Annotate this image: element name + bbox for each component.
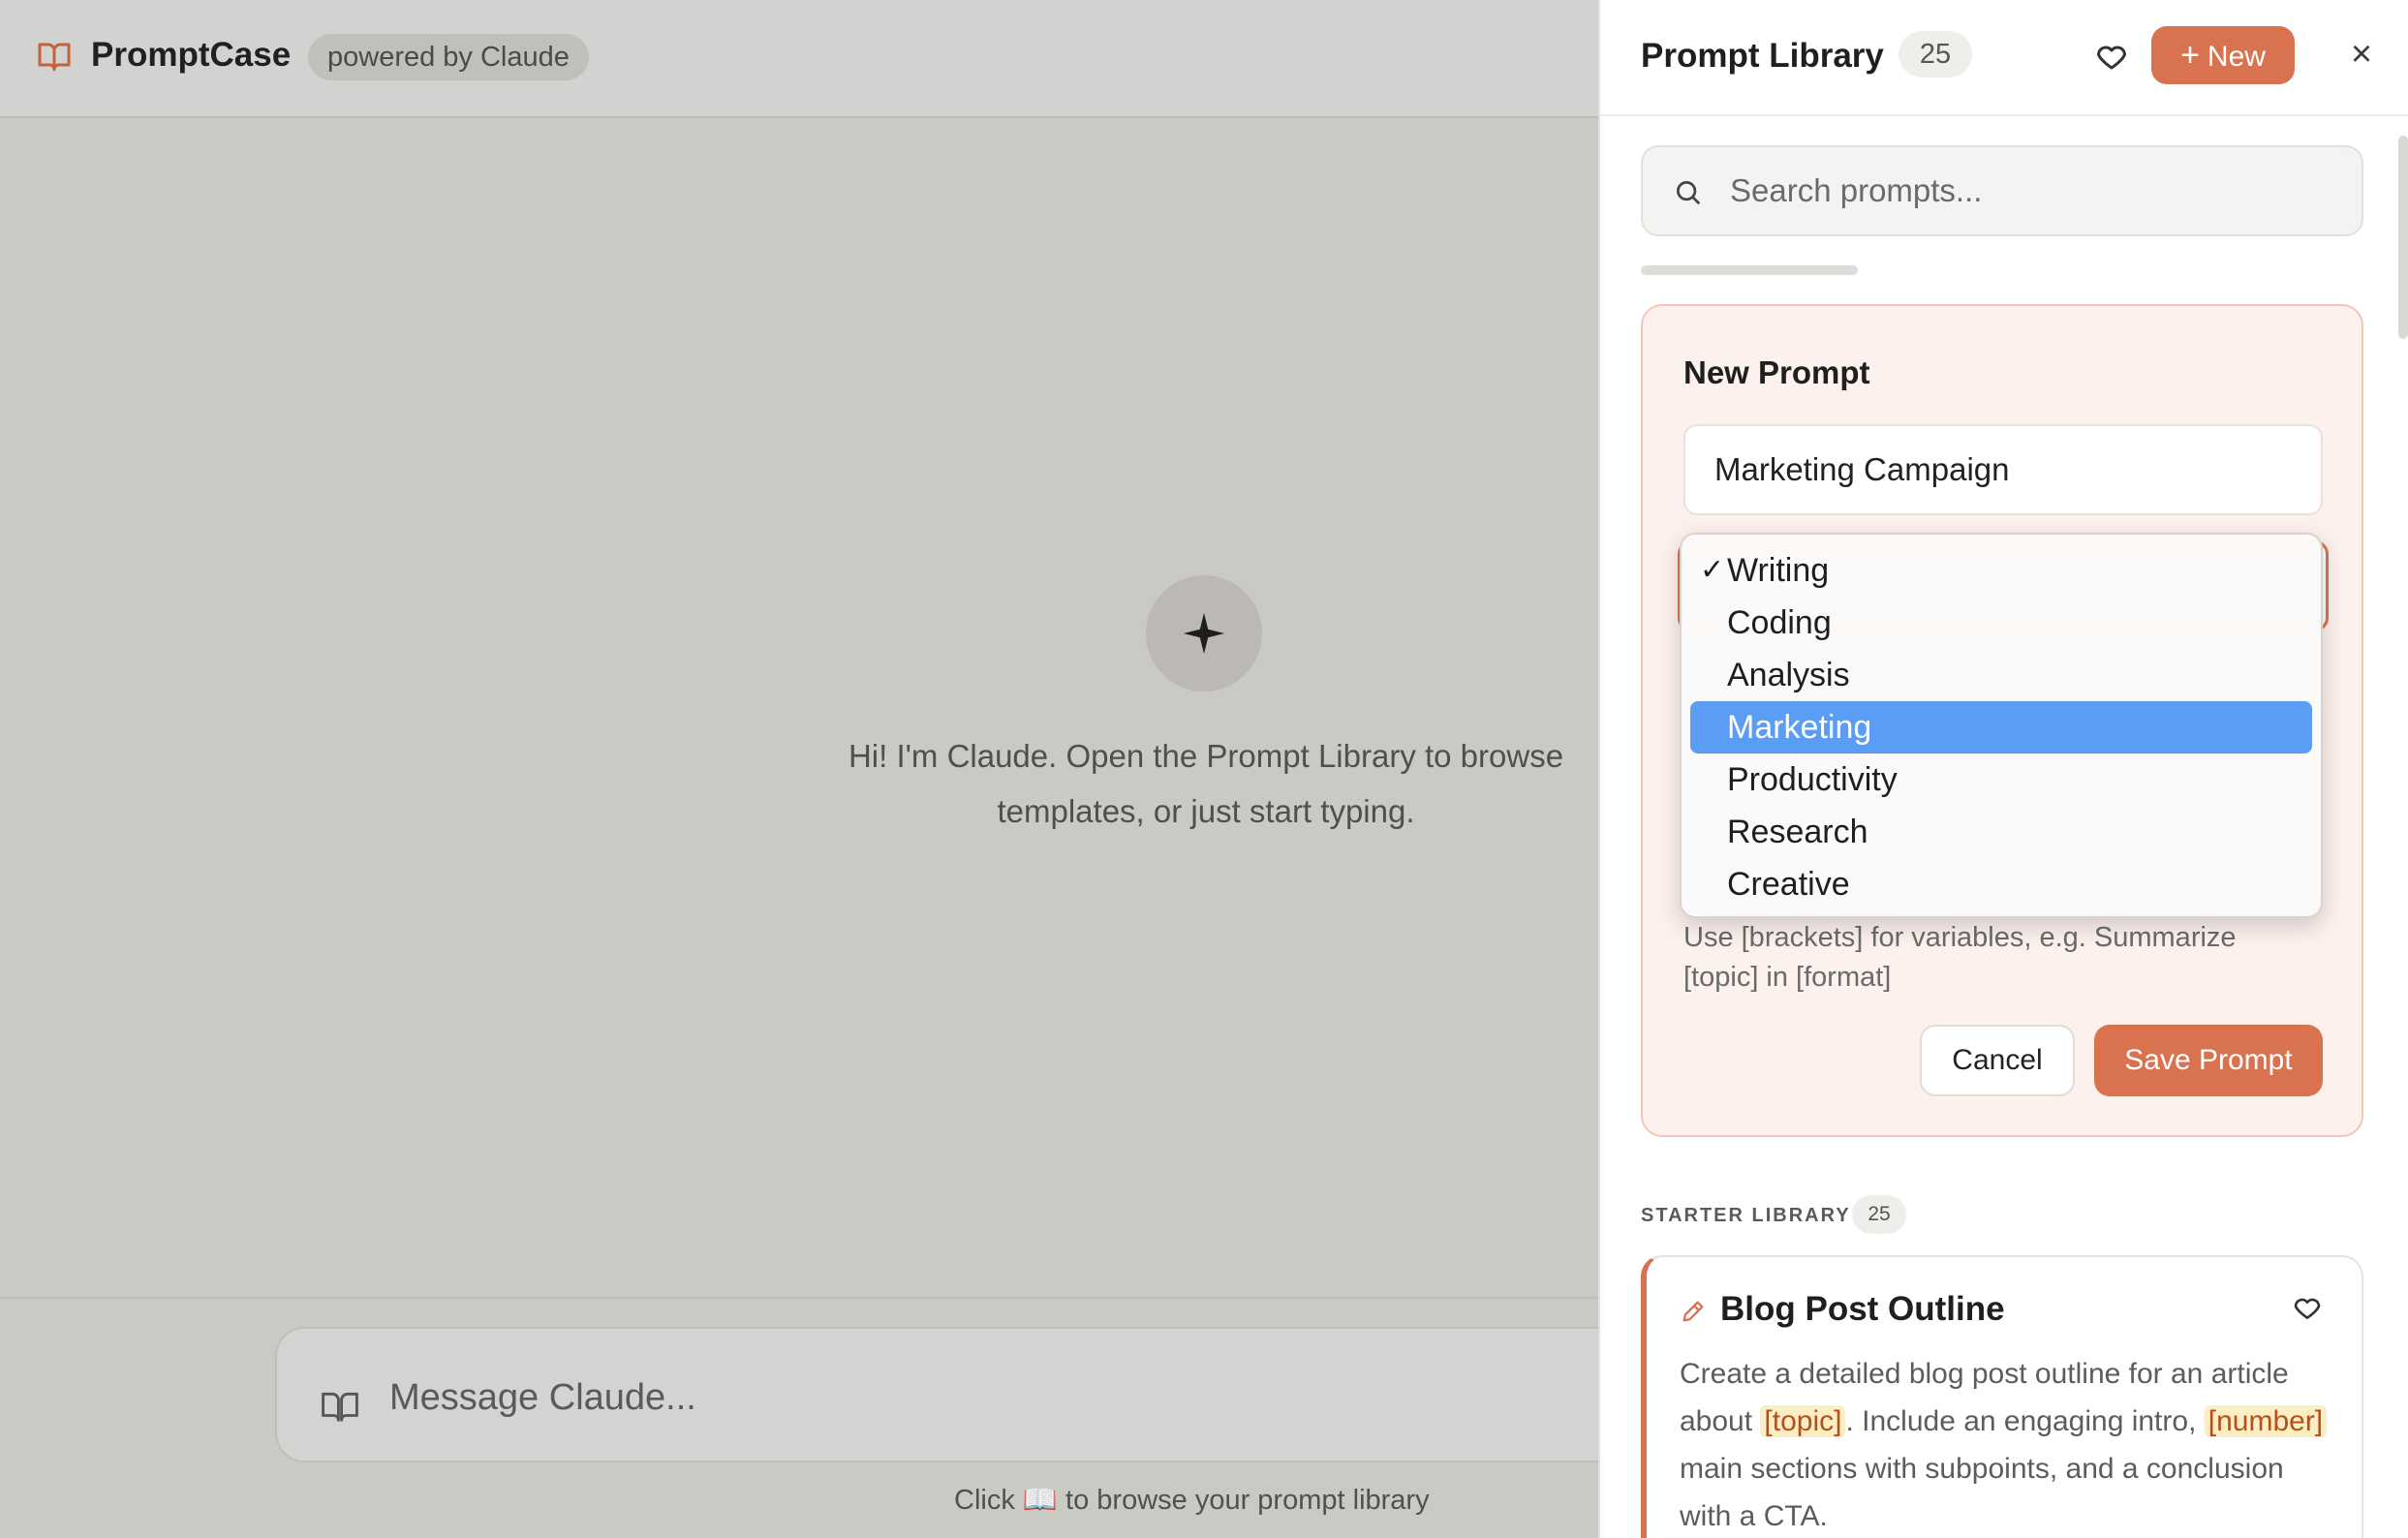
option-label: Writing xyxy=(1727,552,1830,589)
option-label: Productivity xyxy=(1727,761,1898,798)
top-bar: PromptCase powered by Claude xyxy=(0,0,1598,118)
card-title: Blog Post Outline xyxy=(1720,1290,2005,1328)
variable-tag: [topic] xyxy=(1760,1405,1846,1437)
favorites-heart-icon[interactable] xyxy=(2094,39,2129,74)
prompt-library-icon[interactable] xyxy=(322,1391,358,1422)
sparkle-icon xyxy=(1183,612,1225,655)
pencil-icon xyxy=(1683,1301,1704,1322)
prompt-count-badge: 25 xyxy=(1899,31,1972,77)
variable-tag: [number] xyxy=(2204,1405,2328,1437)
welcome-message: Hi! I'm Claude. Open the Prompt Library … xyxy=(848,738,1564,829)
category-dropdown-menu[interactable]: ✓ Writing Coding Analysis Marketing Produ… xyxy=(1680,533,2323,918)
section-count-badge: 25 xyxy=(1852,1195,1906,1234)
card-description: Create a detailed blog post outline for … xyxy=(1680,1350,2338,1538)
plus-icon: + xyxy=(2180,37,2200,74)
option-label: Analysis xyxy=(1727,657,1850,693)
save-prompt-button[interactable]: Save Prompt xyxy=(2094,1025,2323,1096)
claude-avatar xyxy=(1146,575,1262,692)
prompt-name-input[interactable] xyxy=(1683,424,2323,515)
category-option-marketing[interactable]: Marketing xyxy=(1690,701,2312,754)
book-icon xyxy=(38,43,71,71)
option-label: Creative xyxy=(1727,866,1850,903)
new-prompt-button[interactable]: + New xyxy=(2151,26,2295,84)
category-option-productivity[interactable]: Productivity xyxy=(1690,754,2312,806)
search-input[interactable] xyxy=(1730,147,2350,234)
search-box[interactable] xyxy=(1641,145,2363,236)
powered-by-badge: powered by Claude xyxy=(308,34,589,80)
cancel-button[interactable]: Cancel xyxy=(1920,1025,2075,1096)
panel-scrollbar[interactable] xyxy=(2398,136,2408,339)
category-option-writing[interactable]: ✓ Writing xyxy=(1690,544,2312,597)
panel-header: Prompt Library 25 + New × xyxy=(1600,0,2408,116)
close-icon[interactable]: × xyxy=(2344,36,2379,73)
desc-text: . Include an engaging intro, xyxy=(1845,1405,2205,1437)
divider xyxy=(0,1297,1598,1299)
brand-name: PromptCase xyxy=(91,36,292,74)
new-button-label: New xyxy=(2207,41,2266,73)
desc-text: main sections with subpoints, and a conc… xyxy=(1680,1453,2284,1532)
search-icon xyxy=(1677,181,1701,205)
scroll-progress-bar xyxy=(1641,265,1858,275)
variables-help-text: Use [brackets] for variables, e.g. Summa… xyxy=(1683,922,2237,993)
form-title: New Prompt xyxy=(1683,354,1870,390)
prompt-card[interactable]: Blog Post Outline Create a detailed blog… xyxy=(1641,1255,2363,1538)
hint-text: Click 📖 to browse your prompt library xyxy=(954,1485,1430,1516)
message-input-box[interactable]: Message Claude... xyxy=(275,1327,1631,1462)
favorite-heart-icon[interactable] xyxy=(2292,1292,2323,1323)
category-option-coding[interactable]: Coding xyxy=(1690,597,2312,649)
category-option-analysis[interactable]: Analysis xyxy=(1690,649,2312,701)
option-label: Coding xyxy=(1727,604,1832,641)
panel-title: Prompt Library xyxy=(1641,37,1884,75)
checkmark-icon: ✓ xyxy=(1700,554,1725,586)
category-option-research[interactable]: Research xyxy=(1690,806,2312,858)
option-label: Research xyxy=(1727,814,1868,850)
main-app: PromptCase powered by Claude Hi! I'm Cla… xyxy=(0,0,1631,1538)
option-label: Marketing xyxy=(1727,709,1872,746)
message-input[interactable]: Message Claude... xyxy=(389,1377,696,1419)
category-option-creative[interactable]: Creative xyxy=(1690,858,2312,910)
section-label: STARTER LIBRARY xyxy=(1641,1205,1851,1226)
